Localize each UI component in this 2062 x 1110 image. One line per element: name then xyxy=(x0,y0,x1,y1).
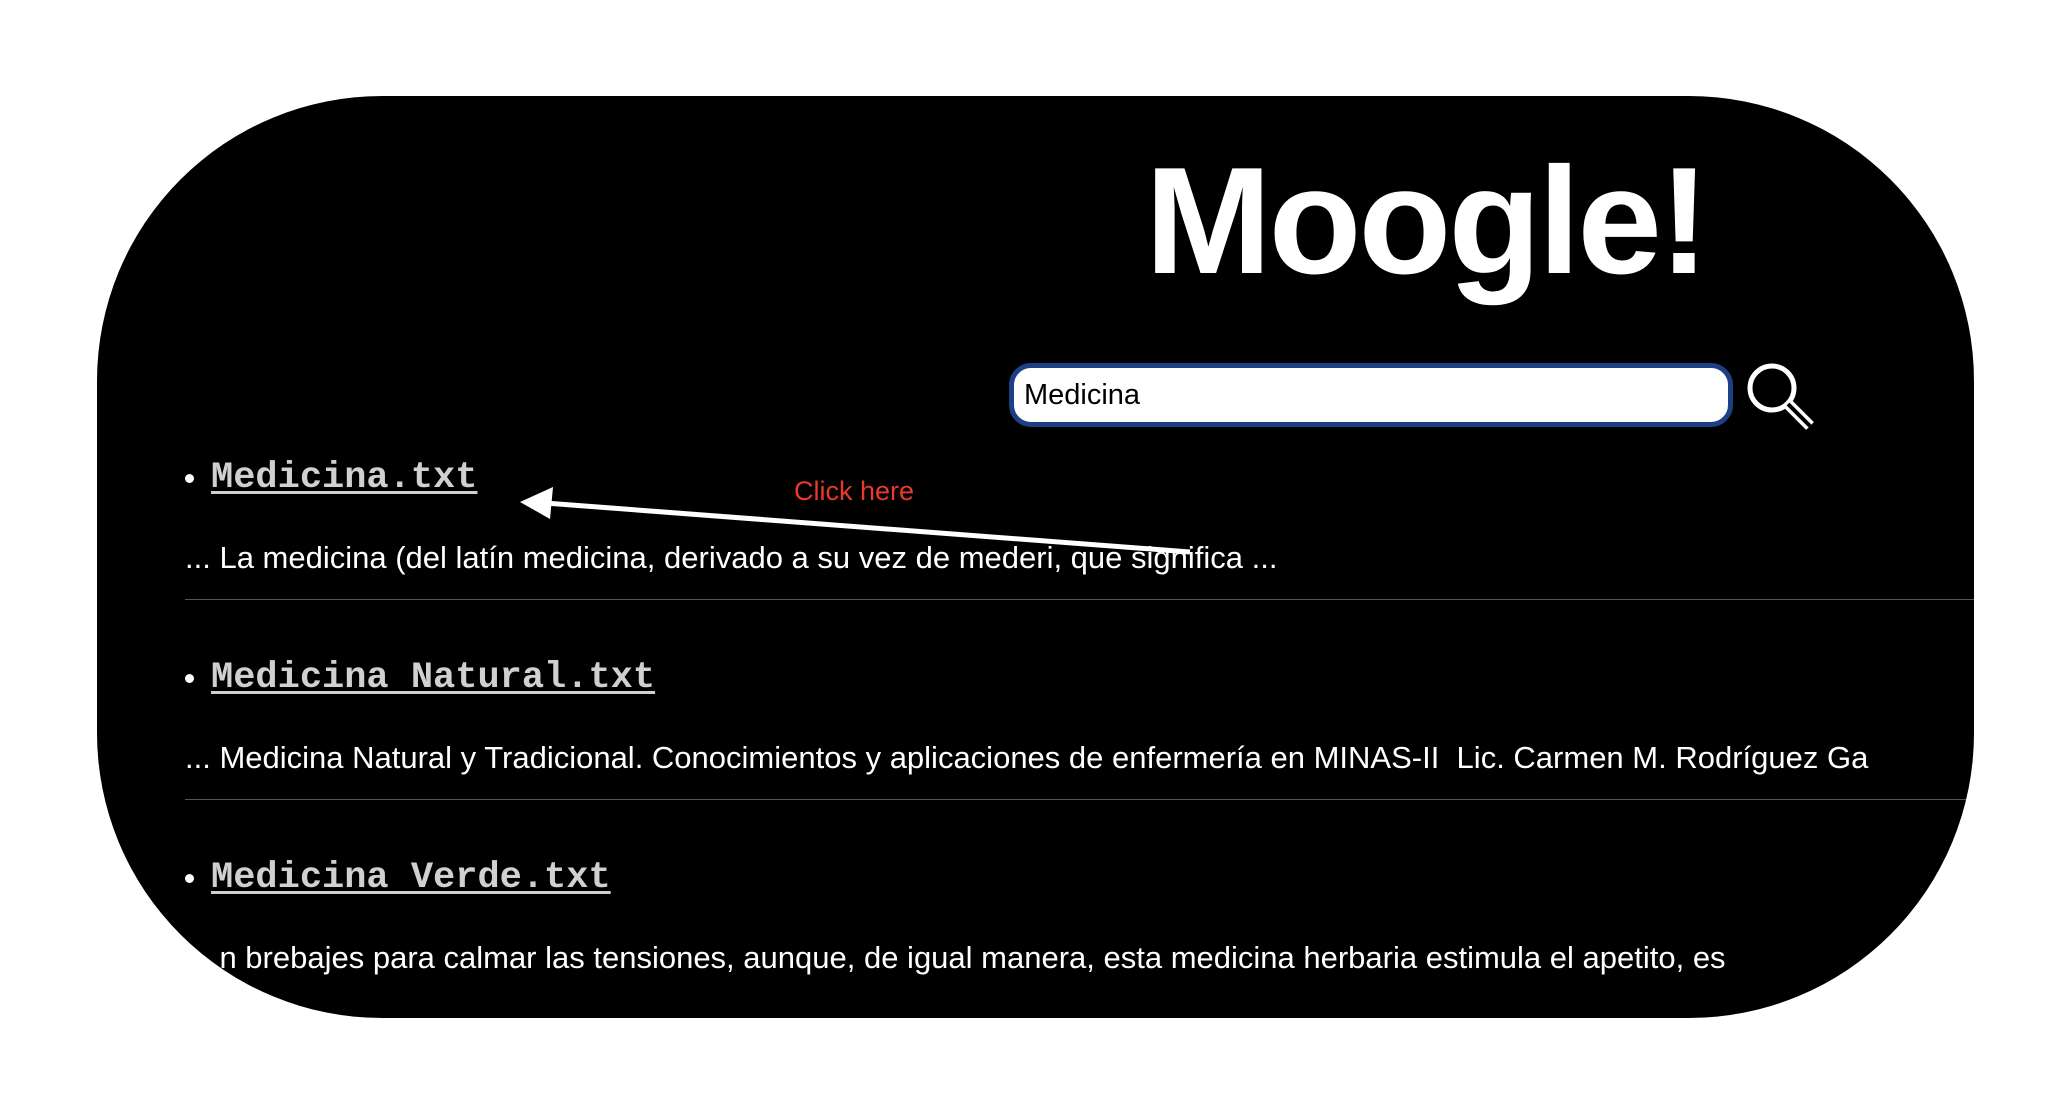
result-item: Medicina Natural.txt ... Medicina Natura… xyxy=(185,656,1974,856)
app-window: Moogle! Medicina.txt ... La medicina (de… xyxy=(97,96,1974,1018)
search-input[interactable] xyxy=(1009,363,1733,427)
result-link[interactable]: Medicina.txt xyxy=(211,456,477,500)
bullet xyxy=(185,474,194,483)
result-snippet: ... Medicina Natural y Tradicional. Cono… xyxy=(185,740,1869,775)
result-link[interactable]: Medicina Verde.txt xyxy=(211,856,611,900)
results-list: Medicina.txt ... La medicina (del latín … xyxy=(185,456,1974,1018)
app-title: Moogle! xyxy=(1145,136,1710,306)
result-link[interactable]: Medicina Natural.txt xyxy=(211,656,655,700)
bullet xyxy=(185,674,194,683)
result-snippet: ... La medicina (del latín medicina, der… xyxy=(185,540,1278,575)
result-item: Medicina.txt ... La medicina (del latín … xyxy=(185,456,1974,656)
magnifier-icon[interactable] xyxy=(1742,358,1822,438)
bullet xyxy=(185,874,194,883)
result-snippet: ... n brebajes para calmar las tensiones… xyxy=(185,940,1726,975)
divider xyxy=(185,799,1974,800)
result-item: Medicina Verde.txt ... n brebajes para c… xyxy=(185,856,1974,1018)
annotation-label: Click here xyxy=(794,476,915,506)
divider xyxy=(185,599,1974,600)
